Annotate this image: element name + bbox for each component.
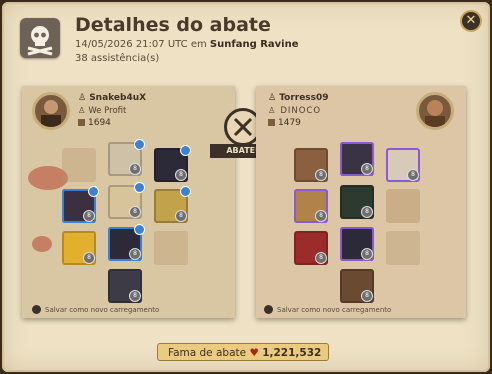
tier-badge: 8 — [361, 290, 373, 302]
killer-save-loadout[interactable]: Salvar como novo carregamento — [32, 305, 159, 314]
off-hand-slot — [386, 189, 420, 223]
killer-ip-value: 1694 — [88, 118, 111, 128]
bag-slot[interactable]: 8 — [294, 148, 328, 182]
kill-fame-label: Fama de abate — [168, 347, 247, 359]
kill-fame-bar: Fama de abate ♥ 1,221,532 — [157, 343, 329, 361]
victim-panel: ♙ Torress09 ♙ DINOCO 1479 8 8 8 8 8 8 8 … — [256, 86, 466, 318]
killer-guild: ♙ We Profit — [78, 106, 127, 116]
main-hand-slot[interactable]: 8 — [62, 186, 99, 223]
victim-ip-value: 1479 — [278, 118, 301, 128]
victim-avatar[interactable] — [416, 92, 454, 130]
quality-star-icon — [134, 182, 145, 193]
victim-save-text: Salvar como novo carregamento — [277, 306, 392, 314]
potion-slot[interactable]: 8 — [294, 231, 328, 265]
ip-icon — [268, 119, 275, 126]
armor-slot[interactable]: 8 — [340, 185, 374, 219]
tier-badge: 8 — [315, 252, 327, 264]
tier-badge: 8 — [129, 290, 141, 302]
bag-slot — [62, 148, 96, 182]
killer-save-text: Salvar como novo carregamento — [45, 306, 160, 314]
tier-badge: 8 — [129, 248, 141, 260]
ip-icon — [78, 119, 85, 126]
victim-guild-text: DINOCO — [280, 106, 322, 116]
tier-badge: 8 — [315, 210, 327, 222]
quality-star-icon — [88, 186, 99, 197]
victim-ip: 1479 — [268, 118, 301, 128]
head-slot[interactable]: 8 — [108, 139, 145, 176]
kill-fame-value: 1,221,532 — [262, 347, 322, 359]
killer-avatar[interactable] — [32, 92, 70, 130]
tier-badge: 8 — [83, 252, 95, 264]
victim-guild: ♙ DINOCO — [268, 106, 322, 116]
kill-details-dialog: Detalhes do abate 14/05/2026 21:07 UTC e… — [2, 2, 490, 372]
tier-badge: 8 — [361, 206, 373, 218]
quality-star-icon — [134, 224, 145, 235]
victim-save-loadout[interactable]: Salvar como novo carregamento — [264, 305, 391, 314]
victim-name-text: Torress09 — [279, 93, 329, 103]
tier-badge: 8 — [83, 210, 95, 222]
skull-icon — [20, 18, 60, 58]
victim-name[interactable]: ♙ Torress09 — [268, 93, 329, 103]
tier-badge: 8 — [129, 206, 141, 218]
potion-slot[interactable]: 8 — [62, 231, 96, 265]
dialog-title: Detalhes do abate — [75, 14, 271, 36]
save-icon — [32, 305, 41, 314]
tier-badge: 8 — [175, 169, 187, 181]
close-button[interactable]: ✕ — [460, 10, 482, 32]
blood-splatter — [32, 236, 52, 252]
head-slot[interactable]: 8 — [340, 142, 374, 176]
quality-star-icon — [134, 139, 145, 150]
killer-name-text: Snakeb4uX — [89, 93, 147, 103]
assist-count: 38 assistência(s) — [75, 53, 160, 64]
shoes-slot[interactable]: 8 — [108, 224, 145, 261]
kill-location: Sunfang Ravine — [209, 39, 299, 50]
close-icon: ✕ — [465, 13, 477, 28]
cape-slot[interactable]: 8 — [386, 148, 420, 182]
killer-name[interactable]: ♙ Snakeb4uX — [78, 93, 146, 103]
killer-guild-text: We Profit — [88, 106, 127, 116]
save-icon — [264, 305, 273, 314]
tier-badge: 8 — [361, 163, 373, 175]
tier-badge: 8 — [407, 169, 419, 181]
cape-slot[interactable]: 8 — [154, 145, 191, 182]
tier-badge: 8 — [129, 163, 141, 175]
main-hand-slot[interactable]: 8 — [294, 189, 328, 223]
quality-star-icon — [180, 145, 191, 156]
killer-panel: ♙ Snakeb4uX ♙ We Profit 1694 8 8 8 8 8 8… — [22, 86, 235, 318]
tier-badge: 8 — [175, 210, 187, 222]
quality-star-icon — [180, 186, 191, 197]
tier-badge: 8 — [315, 169, 327, 181]
tier-badge: 8 — [361, 248, 373, 260]
mount-slot[interactable]: 8 — [108, 269, 142, 303]
kill-datetime: 14/05/2026 21:07 UTC em — [75, 39, 207, 50]
kill-timestamp: 14/05/2026 21:07 UTC em Sunfang Ravine — [75, 39, 299, 50]
fame-icon: ♥ — [249, 347, 259, 359]
mount-slot[interactable]: 8 — [340, 269, 374, 303]
killer-ip: 1694 — [78, 118, 111, 128]
food-slot — [154, 231, 188, 265]
shoes-slot[interactable]: 8 — [340, 227, 374, 261]
off-hand-slot[interactable]: 8 — [154, 186, 191, 223]
armor-slot[interactable]: 8 — [108, 182, 145, 219]
food-slot — [386, 231, 420, 265]
